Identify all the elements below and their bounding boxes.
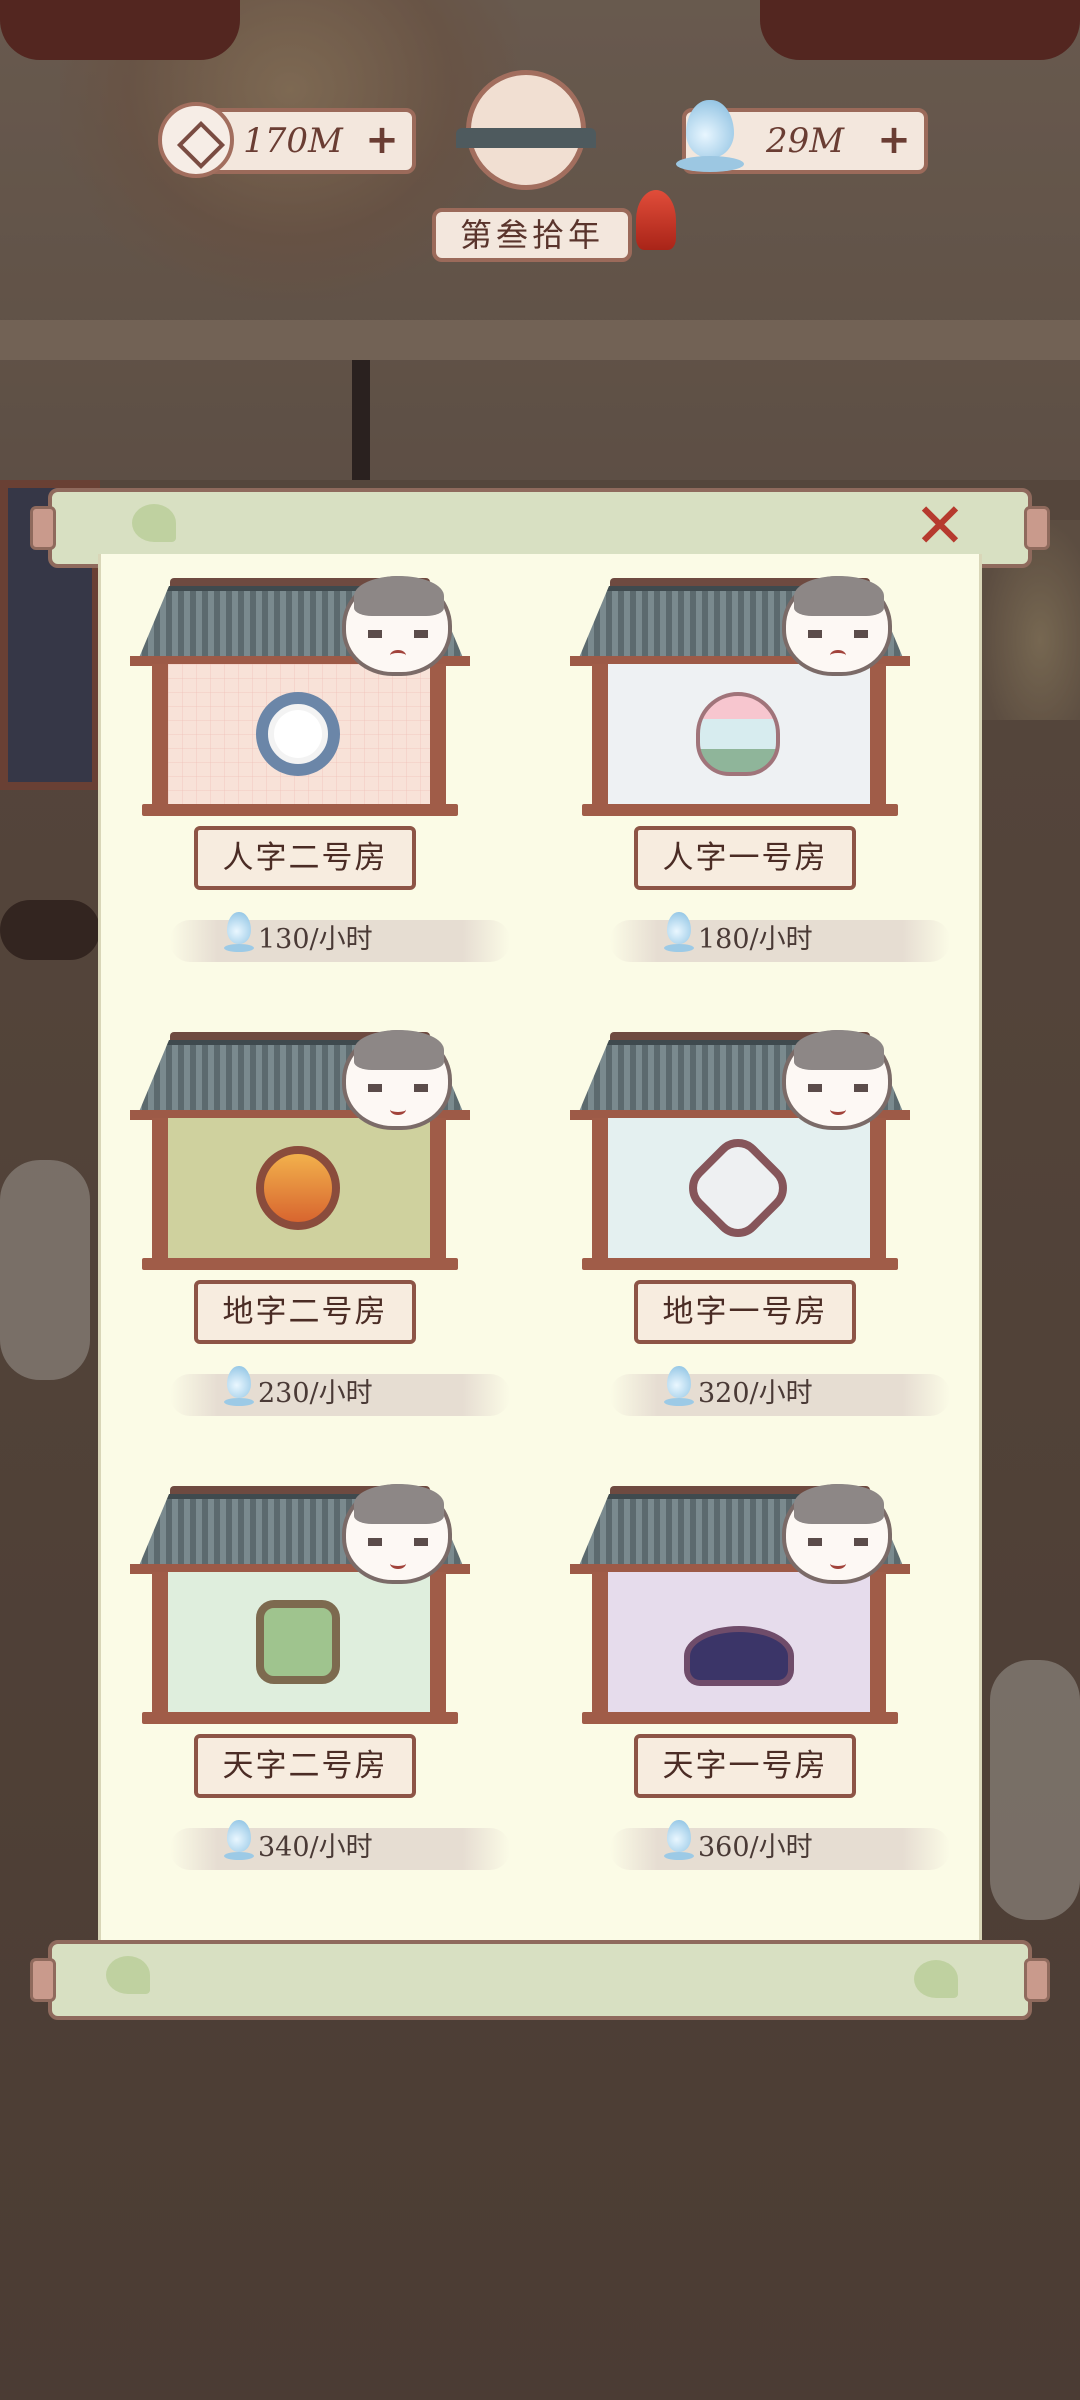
year-label: 第叁拾年: [432, 208, 632, 262]
year-emblem-icon: [436, 70, 616, 210]
spirit-drop-icon: [664, 1820, 694, 1866]
room-name: 地字一号房: [634, 1280, 856, 1344]
tenant-face-icon: [342, 1030, 452, 1130]
tenant-face-icon: [342, 576, 452, 676]
add-spirit-button[interactable]: +: [874, 120, 914, 160]
room-card[interactable]: 天字一号房 360/小时: [560, 1476, 950, 1896]
room-name: 人字二号房: [194, 826, 416, 890]
room-name: 天字二号房: [194, 1734, 416, 1798]
spirit-drop-icon: [664, 1366, 694, 1412]
scroll-bottom-rod: [30, 1940, 1050, 2020]
night-window-icon: [684, 1626, 794, 1686]
octagon-window-icon: [256, 1600, 340, 1684]
tenant-face-icon: [782, 1030, 892, 1130]
room-rate: 320/小时: [698, 1378, 813, 1409]
room-card[interactable]: 天字二号房 340/小时: [120, 1476, 510, 1896]
spirit-drop-icon: [672, 90, 748, 186]
tenant-face-icon: [782, 1484, 892, 1584]
ginkgo-leaf-icon: [106, 1956, 150, 1994]
room-name: 天字一号房: [634, 1734, 856, 1798]
round-window-icon: [256, 1146, 340, 1230]
coin-icon: [158, 102, 234, 178]
lifebuoy-icon: [256, 692, 340, 776]
spirit-drop-icon: [224, 1820, 254, 1866]
flame-icon: [636, 190, 676, 250]
spirit-drop-icon: [224, 912, 254, 958]
landscape-bowl-icon: [696, 692, 780, 776]
room-card[interactable]: 地字一号房 320/小时: [560, 1022, 950, 1442]
room-rate: 360/小时: [698, 1832, 813, 1863]
room-rate: 130/小时: [258, 924, 373, 955]
add-coins-button[interactable]: +: [362, 120, 402, 160]
ginkgo-leaf-icon: [914, 1960, 958, 1998]
room-rate: 340/小时: [258, 1832, 373, 1863]
room-rate: 180/小时: [698, 924, 813, 955]
spirit-drop-icon: [664, 912, 694, 958]
room-name: 地字二号房: [194, 1280, 416, 1344]
tenant-face-icon: [342, 1484, 452, 1584]
room-card[interactable]: 人字一号房 180/小时: [560, 568, 950, 988]
room-name: 人字一号房: [634, 826, 856, 890]
tenant-face-icon: [782, 576, 892, 676]
ginkgo-leaf-icon: [132, 504, 176, 542]
room-card[interactable]: 地字二号房 230/小时: [120, 1022, 510, 1442]
close-button[interactable]: ✕: [908, 494, 972, 558]
spirit-drop-icon: [224, 1366, 254, 1412]
room-rate: 230/小时: [258, 1378, 373, 1409]
room-card[interactable]: 人字二号房 130/小时: [120, 568, 510, 988]
